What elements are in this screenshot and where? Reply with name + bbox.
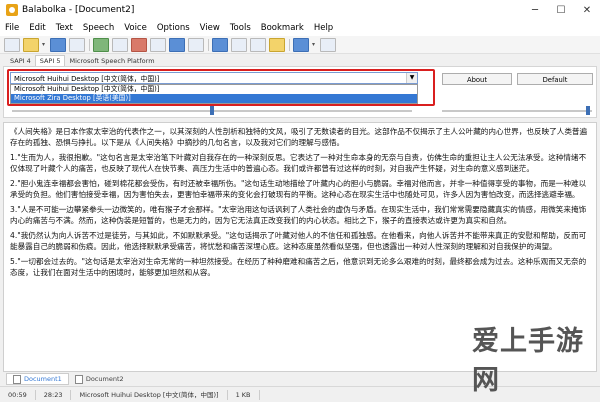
- play-icon[interactable]: [93, 37, 109, 52]
- paragraph: 5."一切都会过去的。"这句话是太宰治对生命无常的一种坦然接受。在经历了种种磨难…: [10, 257, 587, 277]
- watermark-logo: 爱上手游网: [472, 326, 594, 397]
- menu-edit[interactable]: Edit: [24, 23, 50, 33]
- help-icon[interactable]: [320, 37, 336, 52]
- find-icon[interactable]: [269, 37, 285, 52]
- menu-bookmark[interactable]: Bookmark: [256, 23, 309, 33]
- tab-document1[interactable]: Document1: [6, 373, 69, 385]
- tab-label: Document1: [24, 375, 62, 383]
- tab-sapi5[interactable]: SAPI 5: [34, 55, 66, 66]
- menu-options[interactable]: Options: [152, 23, 195, 33]
- pause-icon[interactable]: [112, 37, 128, 52]
- tab-speech-platform[interactable]: Microsoft Speech Platform: [65, 56, 158, 66]
- voice-engine-tabs: SAPI 4 SAPI 5 Microsoft Speech Platform: [0, 55, 600, 66]
- window-title: Balabolka - [Document2]: [22, 5, 135, 15]
- rate-slider-thumb[interactable]: [210, 106, 214, 115]
- status-voice: Microsoft Huihui Desktop [中文(简体，中国)]: [71, 389, 228, 400]
- paragraph: 3."人是不可能一边攀紧拳头一边微笑的，唯有猴子才会那样。"太宰治用这句话讽刺了…: [10, 205, 587, 225]
- balabolka-app-icon: [6, 4, 18, 16]
- paragraph: 2."胆小鬼连幸福都会害怕，碰到棉花都会受伤，有时还被幸福所伤。"这句话生动地描…: [10, 179, 587, 199]
- volume-slider-track[interactable]: [442, 110, 592, 112]
- menu-voice[interactable]: Voice: [119, 23, 152, 33]
- menu-speech[interactable]: Speech: [78, 23, 119, 33]
- voice-panel: Microsoft Huihui Desktop [中文(简体，中国)] ▼ M…: [3, 66, 597, 118]
- language-icon[interactable]: [293, 37, 309, 52]
- about-button[interactable]: About: [442, 73, 512, 85]
- open-folder-icon[interactable]: [23, 37, 39, 52]
- close-button[interactable]: ✕: [574, 0, 600, 20]
- watermark-text: 爱上手游网: [472, 326, 584, 396]
- maximize-button[interactable]: ☐: [548, 0, 574, 20]
- status-position: 28:23: [36, 389, 72, 400]
- menu-tools[interactable]: Tools: [225, 23, 256, 33]
- volume-slider-thumb[interactable]: [586, 106, 590, 115]
- title-bar: Balabolka - [Document2] ─ ☐ ✕: [0, 0, 600, 20]
- new-document-icon[interactable]: [4, 37, 20, 52]
- status-size: 1 KB: [228, 389, 260, 400]
- paragraph: 《人间失格》是日本作家太宰治的代表作之一，以其深刻的人性剖析和独特的文风，吸引了…: [10, 127, 588, 147]
- speak-clipboard-icon[interactable]: [150, 37, 166, 52]
- document-icon: [13, 374, 21, 384]
- menu-text[interactable]: Text: [51, 23, 78, 33]
- tab-label: Document2: [85, 375, 124, 383]
- minimize-button[interactable]: ─: [522, 0, 548, 20]
- save-icon[interactable]: [50, 37, 66, 52]
- paste-icon[interactable]: [250, 37, 266, 52]
- highlight-box: [7, 69, 435, 106]
- tab-sapi4[interactable]: SAPI 4: [6, 56, 35, 66]
- menu-bar: File Edit Text Speech Voice Options View…: [0, 20, 600, 36]
- default-button[interactable]: Default: [517, 73, 593, 85]
- save-mp3-icon[interactable]: [169, 37, 185, 52]
- cut-icon[interactable]: [212, 37, 228, 52]
- menu-view[interactable]: View: [195, 23, 225, 33]
- copy-icon[interactable]: [231, 37, 247, 52]
- open-dropdown-icon[interactable]: ▾: [42, 39, 47, 51]
- menu-help[interactable]: Help: [309, 23, 338, 33]
- paragraph: 4."我仍然认为向人诉苦不过是徒劳，与其如此，不如默默承受。"这句话揭示了叶藏对…: [10, 231, 587, 251]
- toolbar: ▾ ▾: [0, 36, 600, 54]
- language-dropdown-icon[interactable]: ▾: [312, 39, 317, 51]
- paragraph: 1."生而为人，我很抱歉。"这句名言是太宰治笔下叶藏对自我存在的一种深刻反思。它…: [10, 153, 587, 173]
- document-icon: [74, 374, 83, 384]
- tab-document2[interactable]: Document2: [69, 374, 130, 384]
- menu-file[interactable]: File: [0, 23, 24, 33]
- save-audio-icon[interactable]: [69, 37, 85, 52]
- status-time: 00:59: [0, 389, 36, 400]
- stop-icon[interactable]: [131, 37, 147, 52]
- split-file-icon[interactable]: [188, 37, 204, 52]
